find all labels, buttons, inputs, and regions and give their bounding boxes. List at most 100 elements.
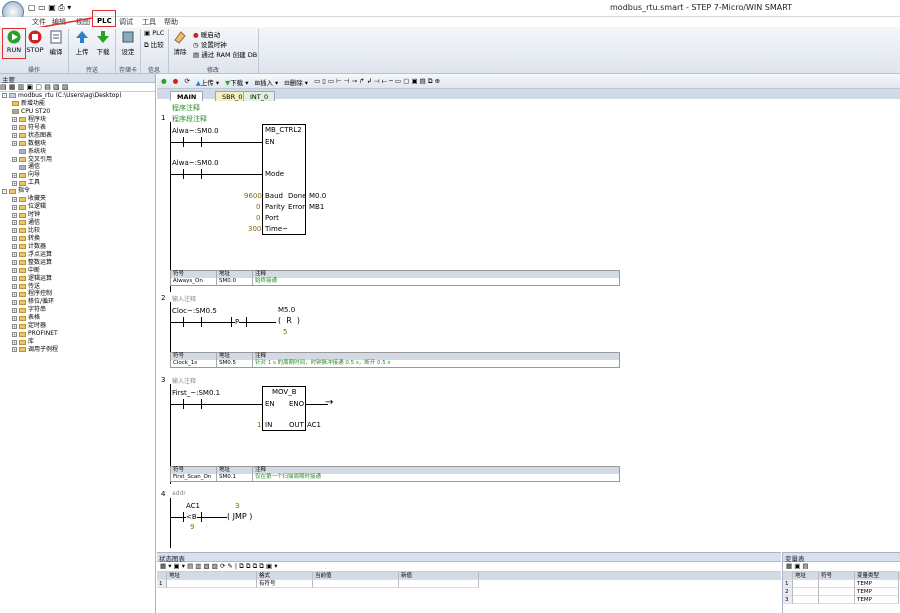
input-timeout[interactable]: 300 — [248, 225, 261, 233]
tree-item[interactable]: 新增功能 — [2, 100, 155, 108]
var-row[interactable]: 2 TEMP — [783, 588, 900, 596]
menu-debug[interactable]: 调试 — [119, 17, 133, 27]
compile-button[interactable]: 编译 — [46, 30, 66, 56]
editor-download-button[interactable]: ▼下载 ▾ — [225, 77, 248, 87]
var-row[interactable]: 1 TEMP — [783, 580, 900, 588]
folder-icon — [19, 220, 26, 226]
set-clock-button[interactable]: ◷ 设置时钟 — [193, 39, 227, 49]
editor-delete-button[interactable]: ⊟删除 ▾ — [284, 77, 308, 87]
network-comment[interactable]: 程序段注释 — [172, 114, 207, 124]
refresh-icon[interactable]: ⟳ — [184, 77, 189, 85]
output-error[interactable]: MB1 — [309, 203, 324, 211]
quick-access-toolbar[interactable]: ▢ ▭ ▣ ⎙ ▾ — [28, 3, 71, 13]
compare-icon: ⧉ — [144, 41, 149, 49]
status-row[interactable]: 1 有符号 — [157, 580, 781, 588]
contact-label[interactable]: Alwa~:SM0.0 — [172, 159, 219, 167]
tree-instruction[interactable]: + 调用子例程 — [2, 346, 155, 354]
contact-label[interactable]: Alwa~:SM0.0 — [172, 127, 219, 135]
input-parity[interactable]: 0 — [256, 203, 260, 211]
contact-label[interactable]: First_~:SM0.1 — [172, 389, 220, 397]
settings-button[interactable]: 设定 — [118, 30, 138, 56]
tree-instruction[interactable]: + 字符串 — [2, 306, 155, 314]
tree-item[interactable]: CPU ST20 — [2, 108, 155, 116]
tree-instruction[interactable]: + 程序控制 — [2, 290, 155, 298]
edge-p[interactable]: P — [235, 318, 240, 326]
tree-item[interactable]: + 向导 — [2, 171, 155, 179]
coil-count[interactable]: 5 — [283, 328, 287, 336]
folder-icon — [19, 236, 26, 242]
menu-tools[interactable]: 工具 — [142, 17, 156, 27]
tree-instruction[interactable]: + 中断 — [2, 267, 155, 275]
tree-item[interactable]: + 数据块 — [2, 140, 155, 148]
plc-info-button[interactable]: ▣ PLC — [144, 29, 164, 37]
tree-item[interactable]: 系统块 — [2, 148, 155, 156]
download-button[interactable]: 下载 — [93, 30, 113, 56]
tree-instruction[interactable]: + 整数运算 — [2, 259, 155, 267]
network-comment[interactable]: 输入注释 — [172, 376, 196, 385]
tree-instruction[interactable]: + 时钟 — [2, 211, 155, 219]
pin-parity: Parity — [265, 203, 285, 211]
tree-instruction[interactable]: + 逻辑运算 — [2, 275, 155, 283]
input-port[interactable]: 0 — [256, 214, 260, 222]
run-icon[interactable]: ● — [161, 77, 167, 85]
folder-icon — [19, 260, 26, 266]
tree-instruction[interactable]: + 移位/循环 — [2, 298, 155, 306]
compare-operand-2[interactable]: 9 — [190, 523, 194, 531]
reset-coil[interactable]: ( R ) — [276, 316, 302, 325]
status-chart-toolbar[interactable]: ▦ ▾ ▣ ▾ ▤ ▥ ▧ ▨ ⟳ ✎ | ⧉ ⧉ ⧉ ⧉ ▣ ▾ — [157, 562, 781, 572]
tree-instruction[interactable]: + 通信 — [2, 219, 155, 227]
compare-operand-1[interactable]: AC1 — [186, 502, 200, 510]
jump-label[interactable]: 3 — [235, 502, 239, 510]
network-comment[interactable]: 输入注释 — [172, 294, 196, 303]
jmp-coil[interactable]: ( JMP ) — [227, 512, 253, 521]
editor-upload-button[interactable]: ▲上传 ▾ — [196, 77, 219, 87]
compare-button[interactable]: ⧉ 比较 — [144, 39, 164, 50]
tree-project[interactable]: - modbus_rtu (C:\Users\ag\Desktop) — [2, 92, 155, 100]
tree-instruction[interactable]: + 收藏夹 — [2, 195, 155, 203]
reset-icon: ● — [193, 31, 199, 39]
power-on-reset-button[interactable]: ● 暖启动 — [193, 29, 220, 39]
input-baud[interactable]: 9600 — [244, 192, 262, 200]
ram-to-db-button[interactable]: ▤ 通过 RAM 创建 DB — [193, 49, 257, 59]
var-table-toolbar[interactable]: ▦ ▣ ▤ — [783, 562, 900, 572]
tree-instruction[interactable]: + 定时器 — [2, 322, 155, 330]
tree-instruction[interactable]: + 库 — [2, 338, 155, 346]
stop-button[interactable]: STOP — [25, 30, 45, 54]
ladder-tools[interactable]: ▭ ▯ ▭ ⊢ ⊣ ⊸ ↱ ↲ ⟞ ⟝ ─ ▭ ▢ ▣ ▤ ⧉ ⊕ — [314, 77, 440, 85]
output-out[interactable]: AC1 — [307, 421, 321, 429]
coil-address[interactable]: M5.0 — [278, 306, 295, 314]
clear-button[interactable]: 清除 — [171, 30, 189, 56]
output-done[interactable]: M0.0 — [309, 192, 326, 200]
tree-item[interactable]: 通信 — [2, 163, 155, 171]
tree-instruction[interactable]: + 浮点运算 — [2, 251, 155, 259]
tree-instruction[interactable]: + 比较 — [2, 227, 155, 235]
tree-toolbar[interactable]: ▤ ▦ ▥ ▣ ▢ ▤ ▧ ▨ — [0, 83, 155, 92]
menu-help[interactable]: 帮助 — [164, 17, 178, 27]
stop-icon[interactable]: ● — [173, 77, 179, 85]
tree-instruction[interactable]: + 计数器 — [2, 243, 155, 251]
ram-icon: ▤ — [193, 51, 200, 59]
tree-instruction[interactable]: + 传送 — [2, 283, 155, 291]
upload-button[interactable]: 上传 — [72, 30, 92, 56]
tab-int0[interactable]: INT_0 — [243, 91, 276, 101]
tree-instruction[interactable]: + 位逻辑 — [2, 203, 155, 211]
var-row[interactable]: 3 TEMP — [783, 596, 900, 604]
tab-main[interactable]: MAIN — [170, 91, 204, 101]
var-table-title: 变量表 — [783, 553, 900, 563]
tree-instruction[interactable]: + PROFINET — [2, 330, 155, 338]
network-comment[interactable]: addr — [172, 490, 186, 497]
tree-item[interactable]: + 交叉引用 — [2, 156, 155, 164]
contact-label[interactable]: Cloc~:SM0.5 — [172, 307, 217, 315]
tree-item[interactable]: + 状态图表 — [2, 132, 155, 140]
input-in[interactable]: 1 — [257, 421, 261, 429]
tree-instructions[interactable]: - 指令 — [2, 187, 155, 195]
program-comment[interactable]: 程序注释 — [172, 103, 200, 113]
tree-instruction[interactable]: + 转换 — [2, 235, 155, 243]
run-button[interactable]: RUN — [4, 30, 24, 54]
tree-item[interactable]: + 符号表 — [2, 124, 155, 132]
folder-icon — [12, 101, 19, 107]
tree-item[interactable]: + 程序块 — [2, 116, 155, 124]
tree-instruction[interactable]: + 表格 — [2, 314, 155, 322]
editor-insert-button[interactable]: ⊞插入 ▾ — [254, 77, 278, 87]
compare-op[interactable]: <B — [186, 513, 197, 521]
